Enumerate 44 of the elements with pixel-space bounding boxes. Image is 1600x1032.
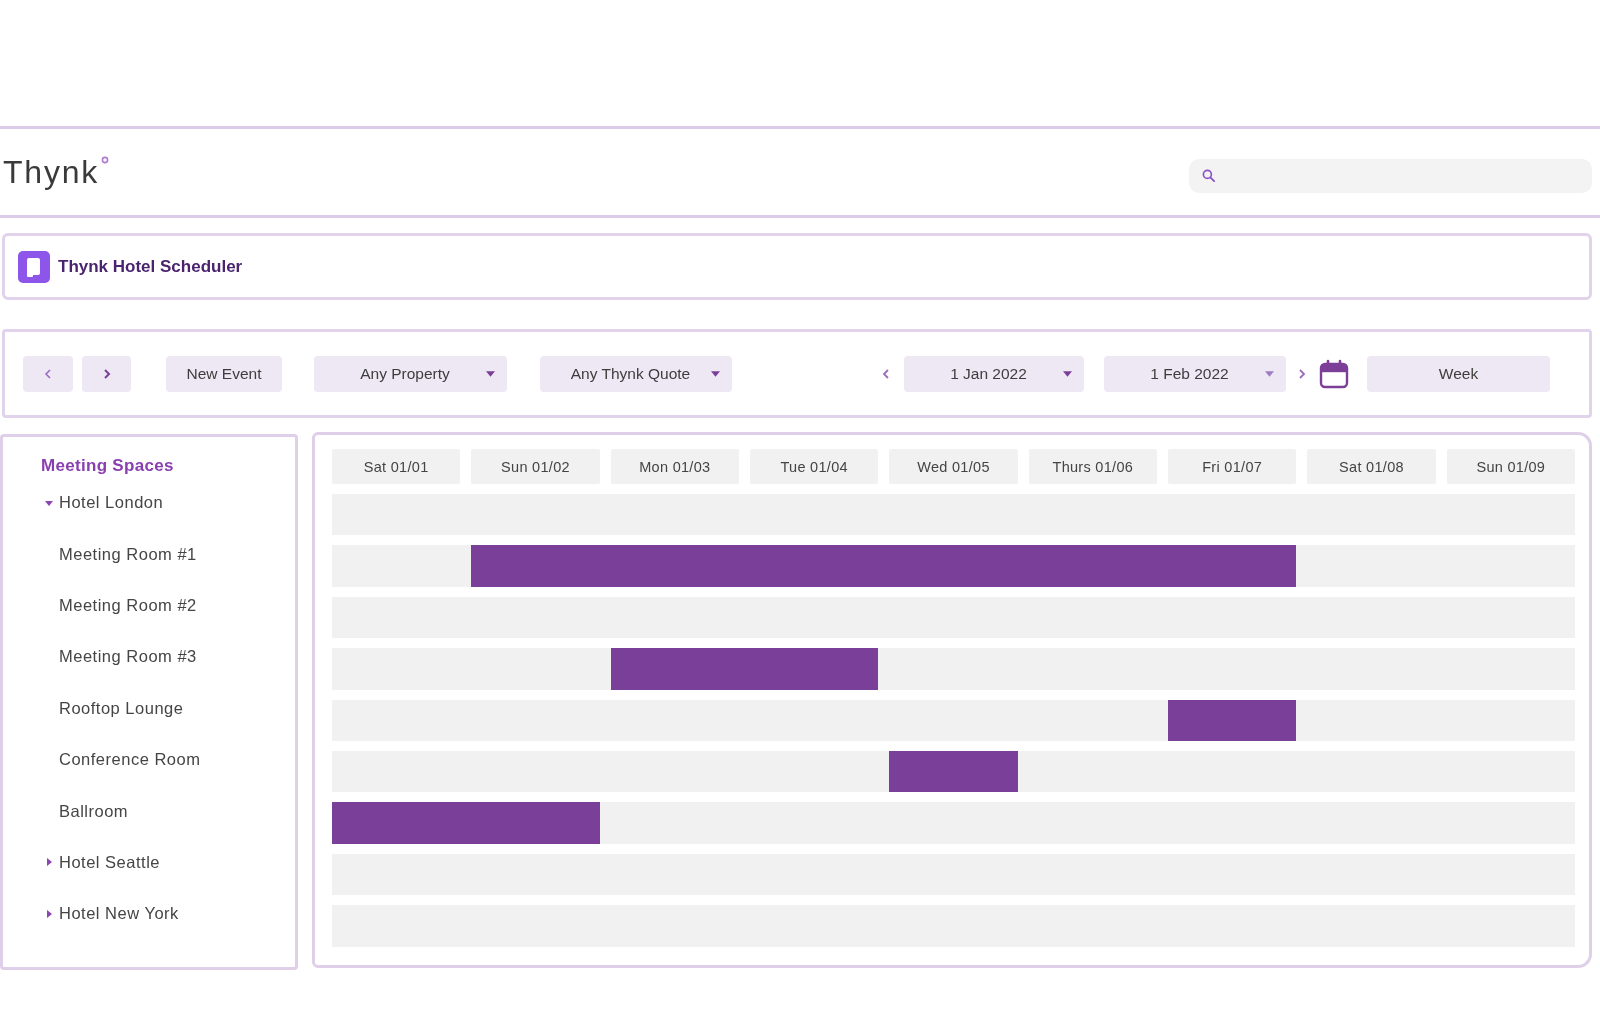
tree-item[interactable]: Meeting Room #1 xyxy=(59,544,197,564)
tree-item[interactable]: Conference Room xyxy=(59,750,201,770)
chevron-right-icon xyxy=(102,367,111,380)
app-title: Thynk Hotel Scheduler xyxy=(58,256,243,277)
new-event-button[interactable]: New Event xyxy=(166,355,282,392)
day-header: Wed 01/05 xyxy=(889,449,1018,484)
sidebar-heading: Meeting Spaces xyxy=(41,455,174,477)
tree-item[interactable]: Hotel London xyxy=(41,493,164,513)
booking-bar[interactable] xyxy=(1168,699,1297,741)
next-button[interactable] xyxy=(82,355,131,392)
caret-down-icon xyxy=(711,370,720,377)
day-header: Sun 01/02 xyxy=(471,449,600,484)
tree-item[interactable]: Rooftop Lounge xyxy=(59,698,184,718)
booking-bar[interactable] xyxy=(889,750,1018,793)
day-header: Thurs 01/06 xyxy=(1028,449,1157,484)
app-icon xyxy=(18,250,50,283)
filter-dropdown[interactable]: Any Thynk Quote xyxy=(540,355,732,392)
chevron-left-icon[interactable] xyxy=(882,367,890,380)
day-header: Sat 01/08 xyxy=(1307,449,1436,484)
chevron-right-icon[interactable] xyxy=(1298,367,1306,380)
tree-item[interactable]: Meeting Room #2 xyxy=(59,595,197,615)
logo: Thynk xyxy=(3,153,100,191)
date-dropdown[interactable]: 1 Jan 2022 xyxy=(904,355,1084,392)
day-header: Tue 01/04 xyxy=(750,449,879,484)
calendar-icon[interactable] xyxy=(1319,358,1349,389)
tree-item[interactable]: Hotel New York xyxy=(41,904,179,924)
chevron-left-icon xyxy=(44,367,52,380)
tree-item[interactable]: Meeting Room #3 xyxy=(59,647,197,667)
day-header: Sun 01/09 xyxy=(1446,449,1575,484)
day-header: Mon 01/03 xyxy=(610,449,739,484)
logo-mark-icon xyxy=(101,156,110,164)
filter-dropdown[interactable]: Any Property xyxy=(314,355,507,392)
day-header: Sat 01/01 xyxy=(332,449,461,484)
day-header: Fri 01/07 xyxy=(1168,449,1297,484)
tree-item[interactable]: Ballroom xyxy=(59,801,129,821)
view-dropdown[interactable]: Week xyxy=(1367,355,1550,392)
search-field[interactable] xyxy=(1189,158,1592,193)
date-dropdown[interactable]: 1 Feb 2022 xyxy=(1104,355,1286,392)
caret-down-icon xyxy=(486,370,495,377)
caret-down-icon xyxy=(1265,370,1274,377)
previous-button[interactable] xyxy=(23,355,73,392)
tree-item[interactable]: Hotel Seattle xyxy=(41,852,160,872)
caret-down-icon xyxy=(1063,370,1072,377)
search-icon xyxy=(1202,169,1215,182)
